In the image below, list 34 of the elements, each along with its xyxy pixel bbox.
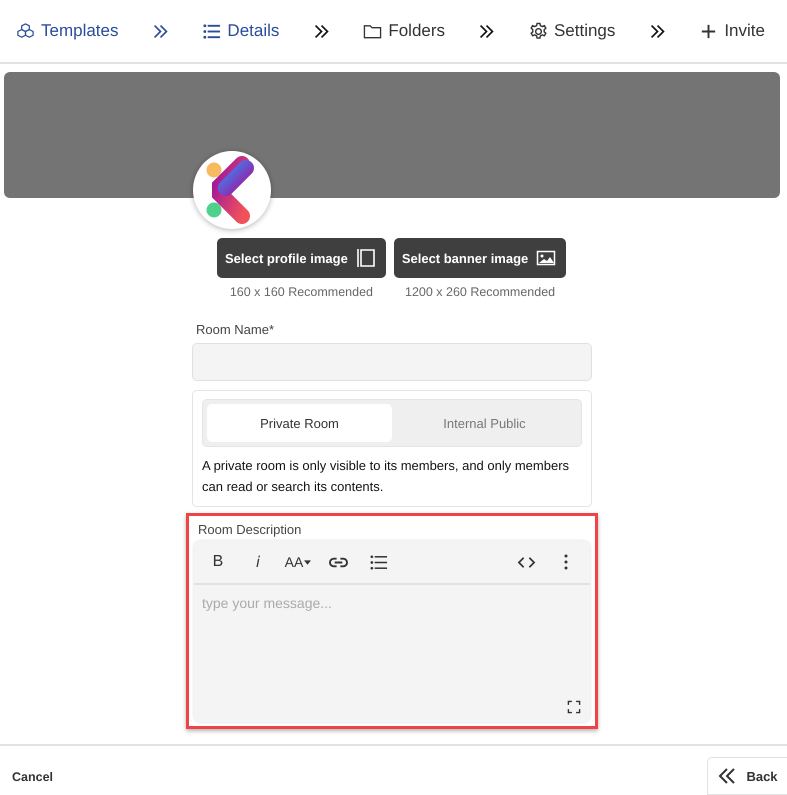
step-tab[interactable]: Templates [16,21,118,41]
double-chevron-icon [648,22,666,40]
back-button[interactable]: Back [707,757,787,795]
step-tab[interactable]: Invite [699,21,765,41]
cancel-button[interactable]: Cancel [12,770,53,784]
visibility-option[interactable]: Private Room [207,404,392,442]
size-hint: 160 x 160 Recommended [230,285,373,299]
fullscreen-icon[interactable] [566,700,582,714]
select-image-button[interactable]: Select profile image [217,238,386,278]
double-chevron-icon [152,22,169,40]
step-tab[interactable]: Settings [528,21,616,41]
more-icon [564,554,568,570]
caret-icon [304,560,312,564]
step-tab[interactable]: Details [202,21,280,41]
image-icon [536,248,556,268]
message-field[interactable]: type your message... [194,585,590,722]
select-image-button[interactable]: Select banner image [394,238,566,278]
italic-button[interactable]: i [242,547,274,577]
double-chevron-left-icon [717,766,738,786]
size-hint: 1200 x 260 Recommended [405,285,556,299]
double-chevron-icon [478,22,496,40]
room-name-field[interactable] [192,343,592,381]
bold-button[interactable]: B [202,547,234,577]
field-label: Room Description [197,522,302,537]
visibility-option[interactable]: Internal Public [392,404,577,442]
settings-icon [528,22,548,40]
list-icon [202,22,222,40]
visibility-description: A private room is only visible to its members, and only members can read or search its contents. [202,457,570,496]
image-frame-icon [356,248,376,268]
font-size-button[interactable]: AA [282,547,314,577]
field-label: Room Name* [195,322,276,337]
step-tab[interactable]: Folders [363,21,446,41]
bullet-list-icon [368,552,388,572]
double-chevron-icon [312,22,330,40]
